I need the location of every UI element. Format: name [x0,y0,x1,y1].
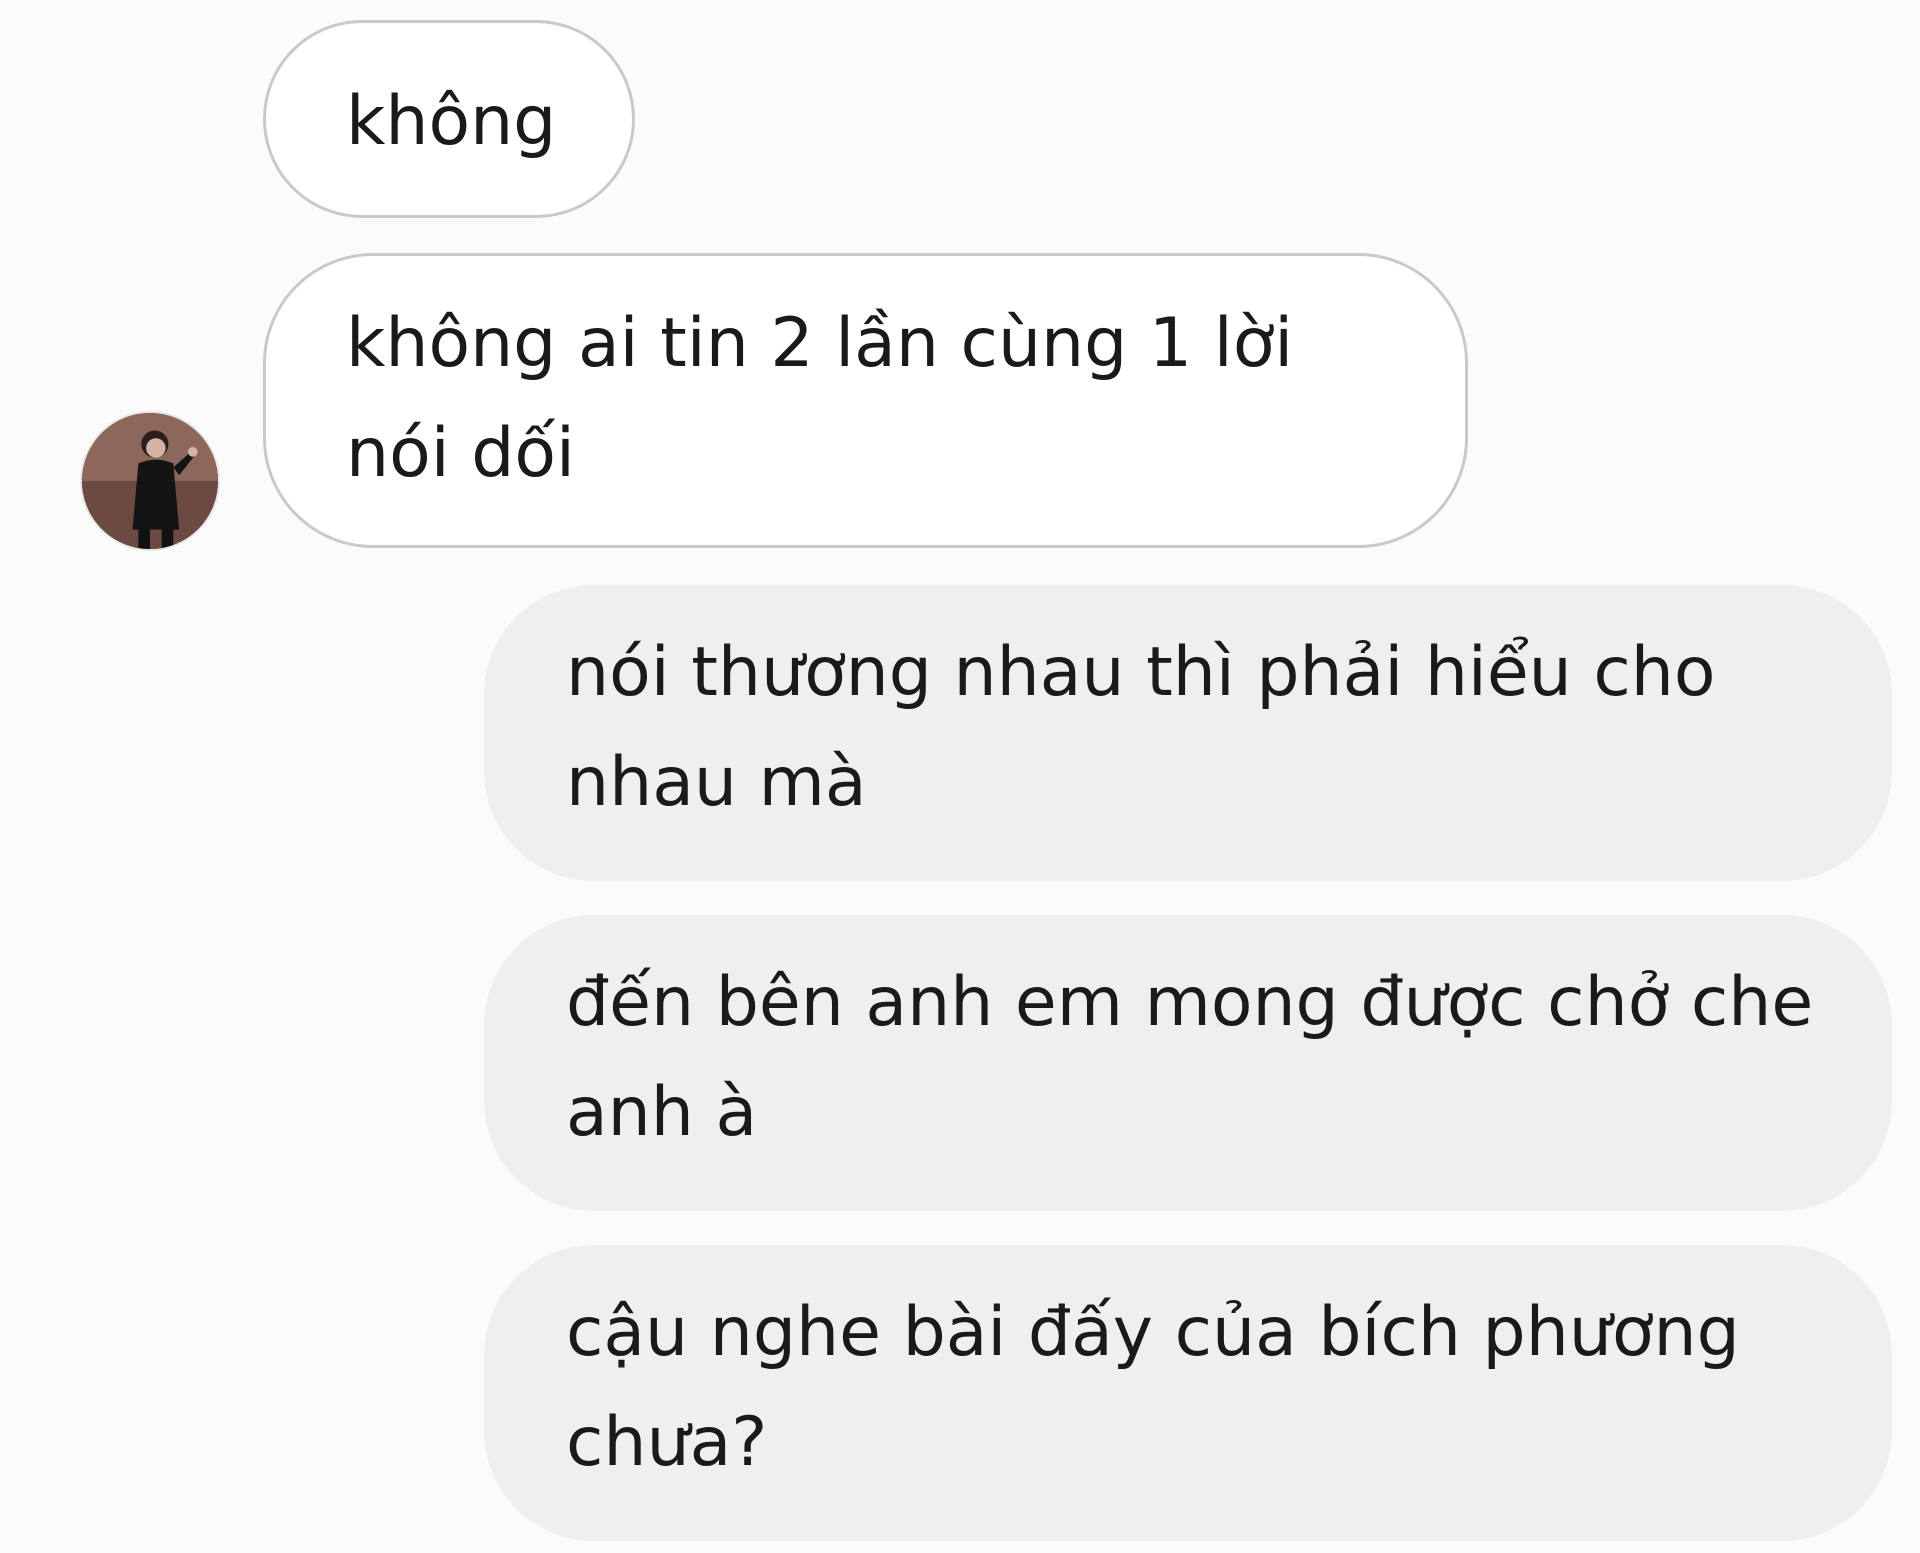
person-photo-icon [82,413,218,549]
message-text: không [346,82,557,161]
message-bubble-incoming[interactable]: không ai tin 2 lần cùng 1 lời nói dối [263,253,1468,548]
message-bubble-outgoing[interactable]: đến bên anh em mong được chở che anh à [484,915,1892,1211]
message-bubble-outgoing[interactable]: nói thương nhau thì phải hiểu cho nhau m… [484,585,1892,881]
chat-thread: không không ai tin 2 lần cùng 1 lời nói … [0,0,1920,1553]
message-bubble-incoming[interactable]: không [263,20,635,218]
message-text: không ai tin 2 lần cùng 1 lời nói dối [346,304,1294,493]
message-text: nói thương nhau thì phải hiểu cho nhau m… [566,633,1716,822]
message-text: đến bên anh em mong được chở che anh à [566,963,1814,1152]
message-bubble-outgoing[interactable]: cậu nghe bài đấy của bích phương chưa? [484,1245,1892,1541]
message-text: cậu nghe bài đấy của bích phương chưa? [566,1293,1740,1482]
contact-avatar[interactable] [80,411,220,551]
